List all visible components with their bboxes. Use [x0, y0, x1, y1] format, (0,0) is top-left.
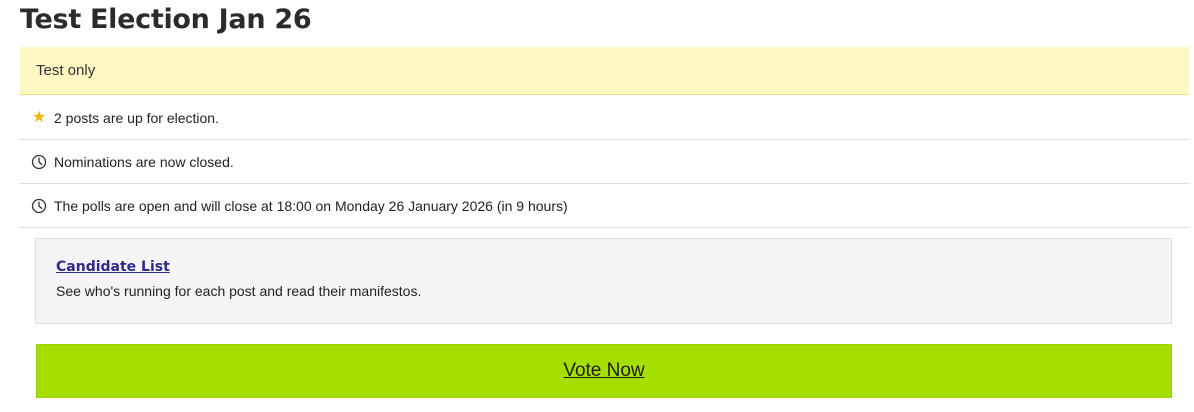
clock-icon — [31, 154, 47, 170]
clock-icon — [31, 198, 47, 214]
vote-now-button[interactable]: Vote Now — [36, 344, 1172, 398]
candidate-list-description: See who's running for each post and read… — [56, 283, 422, 299]
page-title: Test Election Jan 26 — [20, 4, 312, 35]
candidate-list-link[interactable]: Candidate List — [56, 258, 170, 276]
polls-text: The polls are open and will close at 18:… — [54, 197, 568, 214]
nominations-text: Nominations are now closed. — [54, 153, 234, 170]
info-row-polls: The polls are open and will close at 18:… — [20, 184, 1189, 228]
candidate-list-panel: Candidate List See who's running for eac… — [35, 238, 1172, 324]
star-icon: ★ — [31, 108, 47, 126]
info-row-posts: ★ 2 posts are up for election. — [20, 96, 1189, 140]
test-notice: Test only — [20, 47, 1189, 95]
test-notice-text: Test only — [36, 62, 96, 79]
posts-text: 2 posts are up for election. — [54, 109, 219, 126]
info-row-nominations: Nominations are now closed. — [20, 140, 1189, 184]
